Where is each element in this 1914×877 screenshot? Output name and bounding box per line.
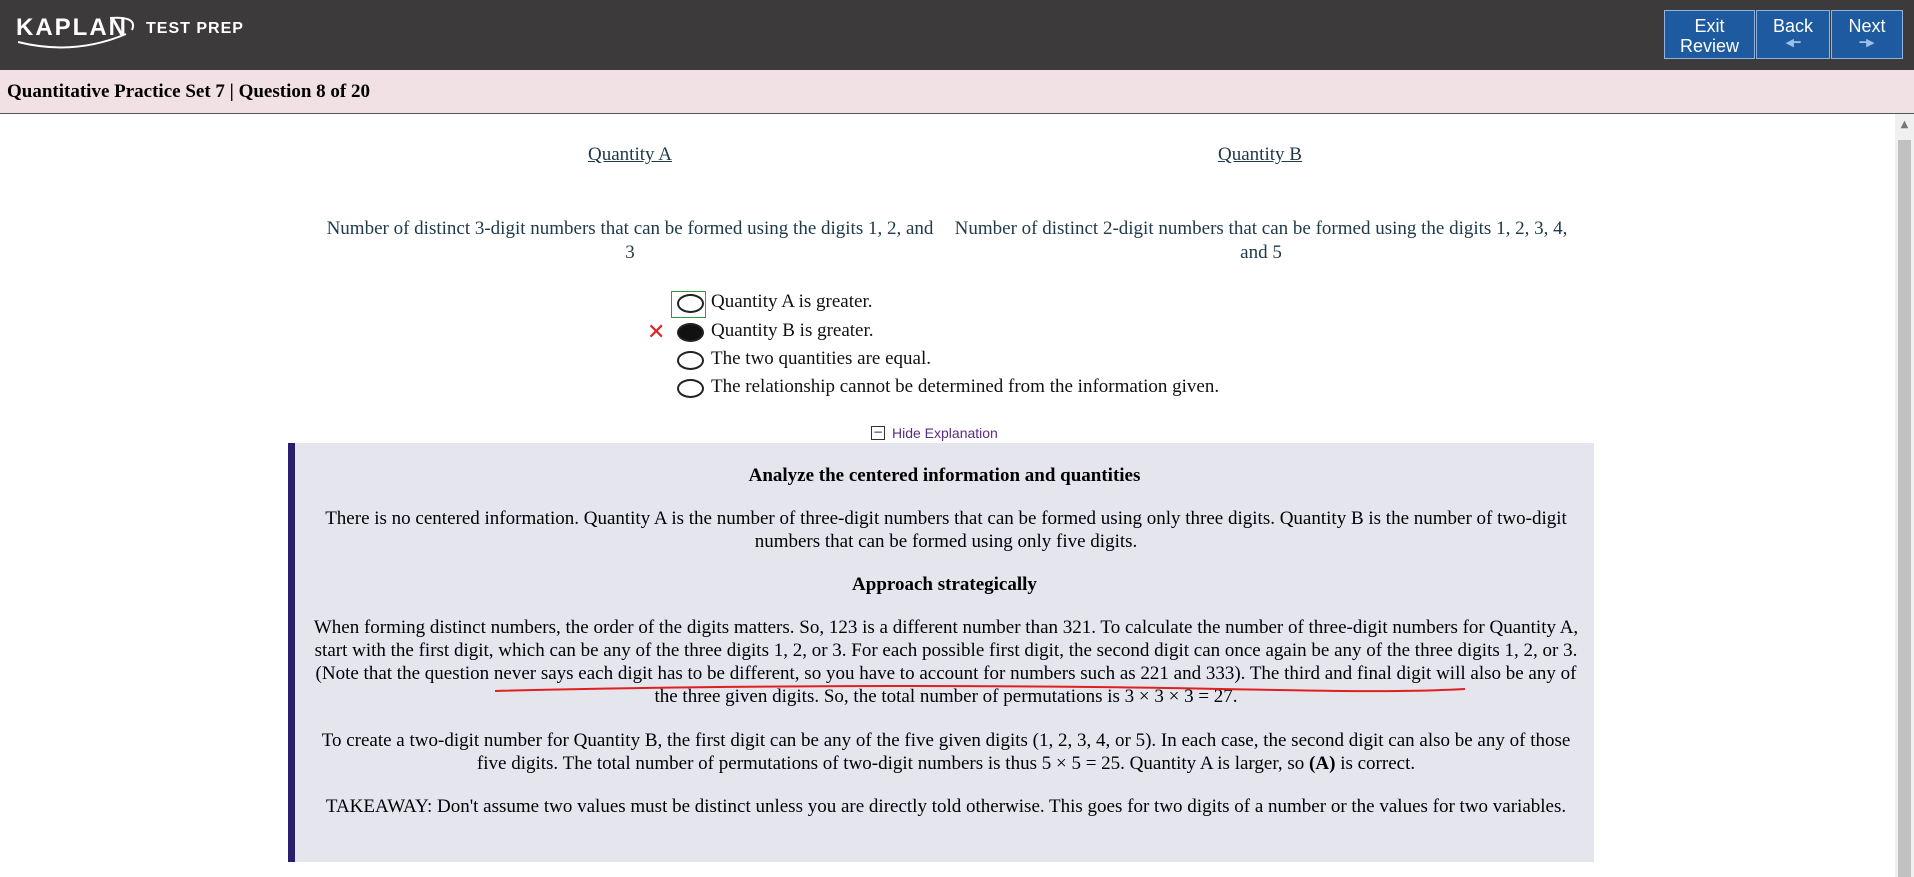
explanation-paragraph-1: There is no centered information. Quanti… (325, 508, 1567, 552)
back-button[interactable]: Back ◀━ (1756, 10, 1830, 59)
question-title-bar: Quantitative Practice Set 7 | Question 8… (0, 70, 1914, 114)
header-bar: KAPLAN TEST PREP Exit Review Back ◀━ Nex… (0, 0, 1914, 70)
quantity-b-text: Number of distinct 2-digit numbers that … (954, 218, 1568, 263)
minus-box-icon: − (871, 425, 885, 440)
exit-review-button[interactable]: Exit Review (1664, 10, 1755, 59)
radio-button[interactable] (677, 294, 704, 313)
logo-subtitle: TEST PREP (146, 20, 244, 37)
radio-button[interactable] (677, 379, 704, 398)
explanation-panel: Analyze the centered information and qua… (288, 443, 1594, 862)
hide-explanation-label: Hide Explanation (892, 425, 998, 441)
choice-label: Quantity A is greater. (711, 291, 873, 312)
choice-label: The relationship cannot be determined fr… (711, 376, 1220, 397)
left-arrow-icon: ◀━ (1785, 37, 1801, 49)
scroll-up-arrow-icon[interactable]: ▲ (1897, 118, 1912, 132)
x-mark-icon: ✕ (647, 320, 666, 345)
radio-button[interactable] (677, 351, 704, 370)
explanation-paragraph-2: When forming distinct numbers, the order… (313, 617, 1579, 707)
radio-button-selected[interactable] (677, 323, 704, 342)
quantity-a-text: Number of distinct 3-digit numbers that … (326, 218, 934, 263)
page-title: Quantitative Practice Set 7 | Question 8… (7, 81, 371, 102)
explanation-takeaway: TAKEAWAY: Don't assume two values must b… (325, 796, 1567, 817)
choice-label: Quantity B is greater. (711, 320, 874, 341)
choice-label: The two quantities are equal. (711, 348, 932, 369)
next-label: Next (1848, 16, 1886, 36)
explanation-heading-approach: Approach strategically (852, 574, 1037, 595)
para3-text-end: is correct. (1335, 753, 1416, 774)
explanation-heading-analyze: Analyze the centered information and qua… (748, 465, 1141, 486)
next-button[interactable]: Next ━▶ (1831, 10, 1903, 59)
quantity-b-heading: Quantity B (1218, 144, 1302, 165)
explanation-paragraph-3: To create a two-digit number for Quantit… (311, 729, 1581, 775)
correct-answer-label: (A) (1309, 753, 1336, 774)
back-label: Back (1772, 16, 1814, 36)
exit-label-line2: Review (1679, 36, 1740, 56)
quantity-a-heading: Quantity A (588, 144, 672, 165)
right-arrow-icon: ━▶ (1859, 37, 1875, 49)
scrollbar-thumb[interactable] (1898, 140, 1911, 877)
logo-wordmark: KAPLAN (16, 14, 128, 41)
exit-label-line1: Exit (1694, 16, 1725, 36)
